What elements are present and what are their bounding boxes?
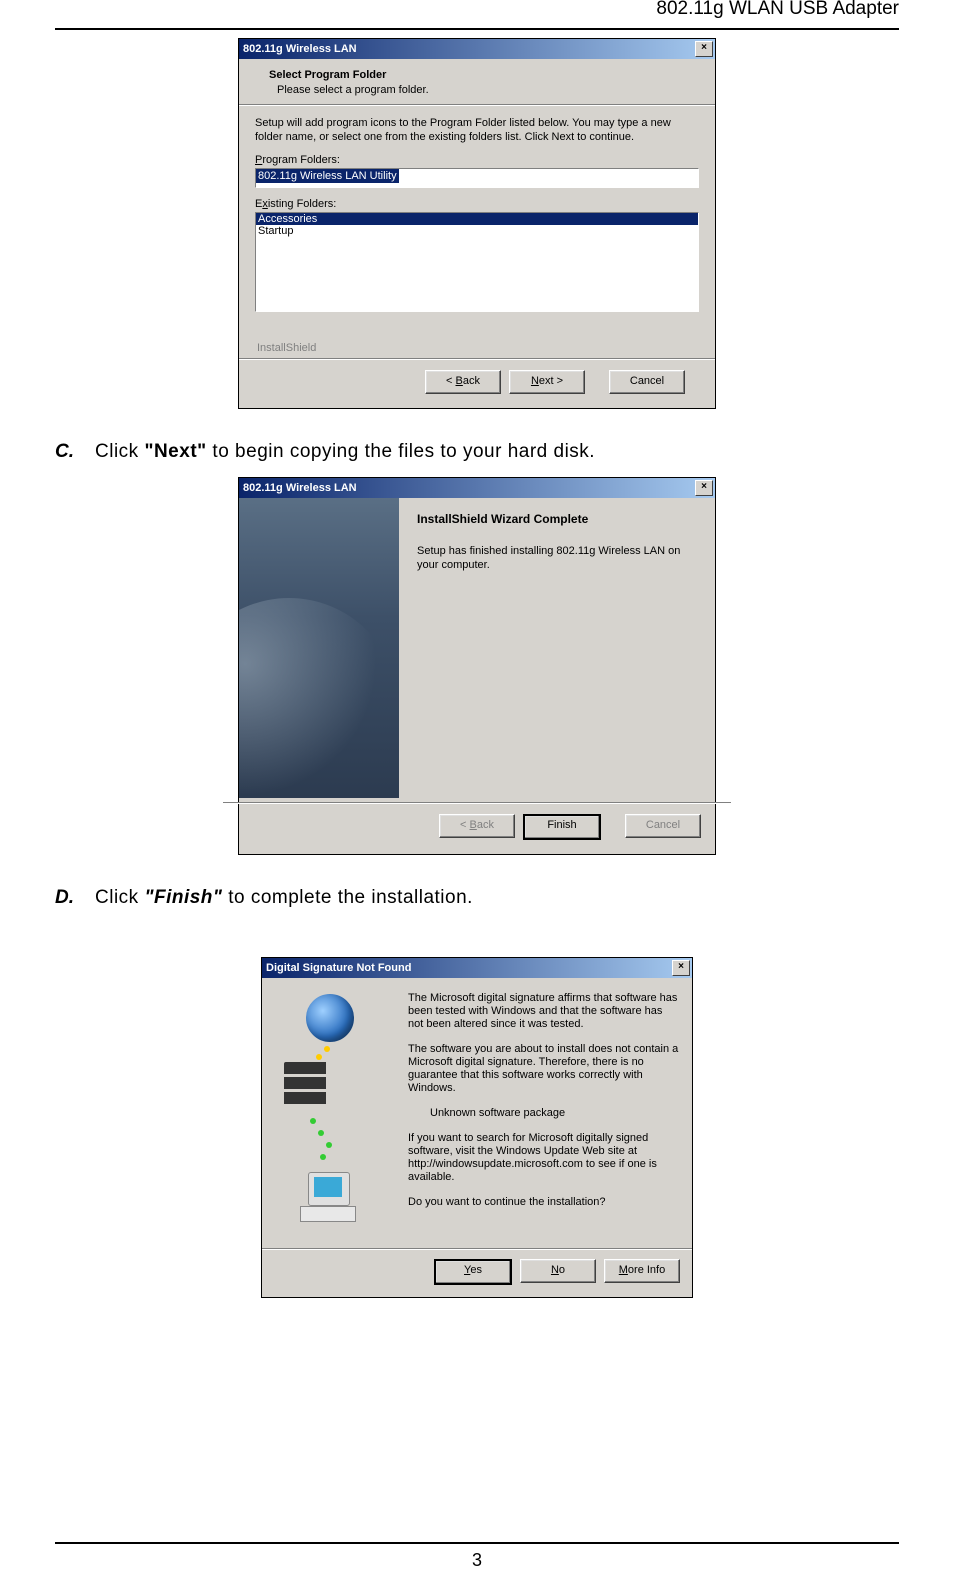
select-program-folder-dialog: 802.11g Wireless LAN × Select Program Fo…	[238, 38, 716, 409]
dialog-text: The software you are about to install do…	[408, 1043, 680, 1095]
step-d: D. Click "Finish" to complete the instal…	[55, 887, 899, 909]
back-button[interactable]: < Back	[425, 370, 501, 394]
next-button[interactable]: Next >	[509, 370, 585, 394]
list-item[interactable]: Startup	[256, 225, 698, 237]
close-icon[interactable]: ×	[695, 480, 713, 496]
step-keyword: "Next"	[144, 441, 206, 462]
program-folder-value: 802.11g Wireless LAN Utility	[256, 169, 399, 183]
yes-button[interactable]: Yes	[434, 1259, 512, 1285]
globe-icon	[304, 992, 356, 1044]
dialog-text: The Microsoft digital signature affirms …	[408, 992, 680, 1031]
computer-icon	[300, 1172, 356, 1216]
step-c: C. Click "Next" to begin copying the fil…	[55, 441, 899, 463]
dialog-text: If you want to search for Microsoft digi…	[408, 1132, 680, 1184]
cancel-button: Cancel	[625, 814, 701, 838]
titlebar: 802.11g Wireless LAN ×	[239, 39, 715, 59]
dialog-text: Do you want to continue the installation…	[408, 1196, 680, 1209]
existing-folders-listbox[interactable]: Accessories Startup	[255, 212, 699, 312]
program-folder-input[interactable]: 802.11g Wireless LAN Utility	[255, 168, 699, 188]
back-button: < Back	[439, 814, 515, 838]
dialog-instruction: Setup will add program icons to the Prog…	[255, 116, 699, 144]
titlebar: Digital Signature Not Found ×	[262, 958, 692, 978]
package-name: Unknown software package	[430, 1107, 680, 1120]
more-info-button[interactable]: More Info	[604, 1259, 680, 1283]
list-item[interactable]: Accessories	[256, 213, 698, 225]
finish-button[interactable]: Finish	[523, 814, 601, 840]
dialog-text: Setup has finished installing 802.11g Wi…	[417, 544, 697, 572]
program-folders-label: Program Folders:	[255, 154, 699, 166]
step-text: Click	[95, 441, 144, 462]
page-number: 3	[55, 1542, 899, 1571]
dialog-heading: Select Program Folder	[269, 69, 699, 81]
wizard-side-graphic	[239, 498, 399, 798]
existing-folders-label: Existing Folders:	[255, 198, 699, 210]
page-header: 802.11g WLAN USB Adapter	[55, 0, 899, 20]
step-keyword: "Finish"	[144, 887, 222, 908]
step-text: to begin copying the files to your hard …	[207, 441, 595, 462]
dialog-title: 802.11g Wireless LAN	[243, 482, 357, 494]
dialog-title: 802.11g Wireless LAN	[243, 43, 357, 55]
cancel-button[interactable]: Cancel	[609, 370, 685, 394]
signature-graphic	[274, 992, 394, 1242]
dialog-title: Digital Signature Not Found	[266, 962, 411, 974]
installshield-brand: InstallShield	[257, 342, 699, 354]
disks-icon	[284, 1062, 328, 1106]
close-icon[interactable]: ×	[695, 41, 713, 57]
digital-signature-dialog: Digital Signature Not Found ×	[261, 957, 693, 1298]
wizard-complete-dialog: 802.11g Wireless LAN × InstallShield Wiz…	[238, 477, 716, 855]
no-button[interactable]: No	[520, 1259, 596, 1283]
step-letter: C.	[55, 441, 95, 463]
titlebar: 802.11g Wireless LAN ×	[239, 478, 715, 498]
step-letter: D.	[55, 887, 95, 909]
step-text: Click	[95, 887, 144, 908]
dialog-subheading: Please select a program folder.	[277, 84, 699, 96]
step-text: to complete the installation.	[222, 887, 473, 908]
close-icon[interactable]: ×	[672, 960, 690, 976]
dialog-heading: InstallShield Wizard Complete	[417, 512, 697, 526]
